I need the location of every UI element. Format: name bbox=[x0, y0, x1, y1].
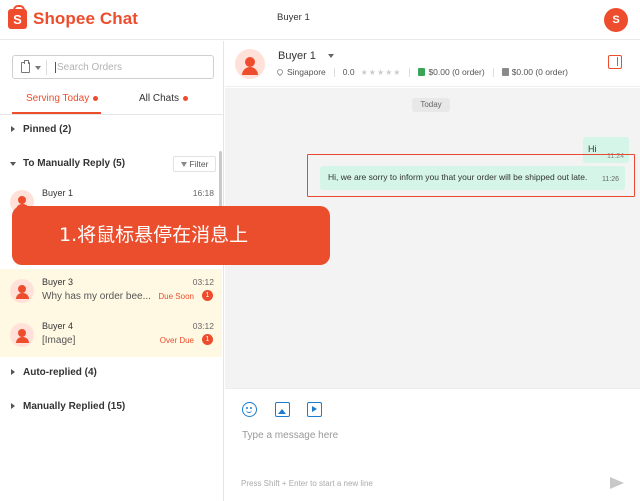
buyer-info: Singapore 0.0 ★★★★★ $0.00 (0 order) $0.0… bbox=[274, 67, 568, 77]
user-icon bbox=[10, 323, 34, 347]
user-icon bbox=[235, 49, 265, 79]
buyer-name-dropdown[interactable]: Buyer 1 bbox=[278, 50, 334, 62]
shopee-chat-logo: S Shopee Chat bbox=[8, 5, 138, 29]
sidebar-scrollbar[interactable] bbox=[219, 151, 222, 211]
due-status: Due Soon bbox=[158, 292, 194, 301]
search-input[interactable]: Search Orders bbox=[55, 62, 122, 73]
chevron-right-icon bbox=[11, 403, 15, 409]
shop-avatar-icon[interactable]: S bbox=[604, 8, 628, 32]
divider bbox=[492, 67, 494, 77]
group-auto-replied[interactable]: Auto-replied (4) bbox=[0, 362, 224, 386]
unread-count-badge: 1 bbox=[202, 290, 213, 301]
shopee-bag-icon: S bbox=[8, 5, 27, 29]
conversation-sidebar: Search Orders Serving Today All Chats Pi… bbox=[0, 41, 224, 501]
chevron-right-icon bbox=[11, 126, 15, 132]
avatar bbox=[10, 323, 34, 347]
buyer-name: Buyer 1 bbox=[278, 50, 316, 62]
conversation-time: 16:18 bbox=[192, 188, 214, 198]
window-title: Buyer 1 bbox=[277, 12, 310, 23]
chevron-right-icon bbox=[11, 369, 15, 375]
unread-dot-icon bbox=[93, 96, 99, 101]
search-orders-box[interactable]: Search Orders bbox=[12, 55, 214, 79]
message-text: Hi, we are sorry to inform you that your… bbox=[328, 172, 588, 182]
top-bar: S Shopee Chat Buyer 1 S bbox=[0, 0, 640, 40]
video-icon[interactable] bbox=[307, 402, 322, 417]
group-label: Manually Replied (15) bbox=[23, 401, 126, 412]
location-pin-icon bbox=[275, 67, 285, 77]
emoji-icon[interactable] bbox=[242, 402, 257, 417]
chevron-down-icon bbox=[327, 54, 334, 58]
unread-dot-icon bbox=[183, 96, 189, 101]
message-composer: Type a message here Press Shift + Enter … bbox=[225, 388, 640, 501]
message-time: 11:26 bbox=[602, 176, 619, 183]
group-manually-replied[interactable]: Manually Replied (15) bbox=[0, 396, 224, 420]
buyer-location: Singapore bbox=[287, 67, 326, 77]
composer-hint: Press Shift + Enter to start a new line bbox=[241, 479, 373, 488]
divider bbox=[333, 67, 335, 77]
unread-count-badge: 1 bbox=[202, 334, 213, 345]
conversation-preview: [Image] bbox=[42, 335, 76, 346]
order-icon bbox=[501, 68, 509, 76]
conversation-item[interactable]: Buyer 3 03:12 Why has my order bee... Du… bbox=[0, 269, 222, 313]
conversation-name: Buyer 4 bbox=[42, 321, 74, 331]
clipboard-icon bbox=[21, 60, 30, 73]
avatar[interactable] bbox=[235, 49, 265, 79]
tab-all-chats[interactable]: All Chats bbox=[139, 93, 189, 104]
brand-suffix: Chat bbox=[99, 9, 139, 28]
chat-tabs: Serving Today All Chats bbox=[0, 85, 224, 115]
conversation-name: Buyer 1 bbox=[42, 188, 74, 198]
group-pinned[interactable]: Pinned (2) bbox=[0, 119, 224, 143]
filter-label: Filter bbox=[189, 159, 209, 169]
avatar bbox=[10, 279, 34, 303]
group-label: Pinned (2) bbox=[23, 124, 72, 135]
paid-order-icon bbox=[418, 68, 426, 76]
buyer-rating: 0.0 bbox=[342, 67, 355, 77]
chat-header: Buyer 1 Singapore 0.0 ★★★★★ $0.00 (0 ord… bbox=[225, 41, 640, 87]
divider bbox=[409, 67, 411, 77]
brand-name: Shopee bbox=[33, 9, 96, 28]
conversation-name: Buyer 3 bbox=[42, 277, 74, 287]
conversation-preview: Why has my order bee... bbox=[42, 291, 151, 302]
group-to-manually-reply[interactable]: To Manually Reply (5) Filter bbox=[0, 153, 224, 177]
tab-serving-today[interactable]: Serving Today bbox=[26, 93, 99, 104]
filter-icon bbox=[180, 161, 187, 167]
message-input[interactable]: Type a message here bbox=[242, 430, 338, 441]
paid-order-value: $0.00 (0 order) bbox=[428, 67, 485, 77]
date-separator: Today bbox=[412, 98, 450, 112]
group-label: Auto-replied (4) bbox=[23, 367, 97, 378]
conversation-item[interactable]: Buyer 4 03:12 [Image] Over Due 1 bbox=[0, 313, 222, 357]
tab-label: All Chats bbox=[139, 93, 180, 104]
message-text: Hi bbox=[588, 144, 597, 154]
send-icon[interactable] bbox=[610, 477, 624, 489]
conversation-time: 03:12 bbox=[192, 321, 214, 331]
group-label: To Manually Reply (5) bbox=[23, 158, 126, 169]
chevron-down-icon bbox=[10, 162, 16, 166]
active-tab-indicator bbox=[12, 112, 101, 114]
filter-button[interactable]: Filter bbox=[173, 156, 216, 172]
user-icon bbox=[10, 279, 34, 303]
message-bubble[interactable]: Hi, we are sorry to inform you that your… bbox=[320, 166, 625, 190]
search-type-dropdown[interactable] bbox=[19, 60, 47, 75]
conversation-time: 03:12 bbox=[192, 277, 214, 287]
image-icon[interactable] bbox=[275, 402, 290, 417]
panel-toggle-icon[interactable] bbox=[608, 55, 622, 69]
instruction-banner: 1.将鼠标悬停在消息上 bbox=[12, 206, 330, 265]
due-status: Over Due bbox=[159, 336, 194, 345]
chevron-down-icon bbox=[35, 65, 41, 70]
tab-label: Serving Today bbox=[26, 93, 90, 104]
logo-text: Shopee Chat bbox=[33, 9, 138, 29]
rating-stars-icon: ★★★★★ bbox=[360, 67, 402, 77]
order-value: $0.00 (0 order) bbox=[511, 67, 568, 77]
